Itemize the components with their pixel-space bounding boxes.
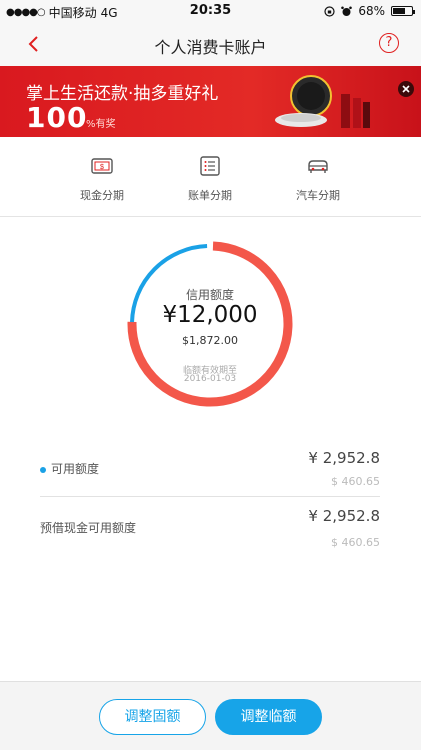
row-divider bbox=[40, 496, 380, 497]
banner-close-icon[interactable] bbox=[398, 81, 414, 97]
adjust-temp-limit-button[interactable]: 调整临额 bbox=[215, 699, 322, 735]
cash-advance-limit-label: 预借现金可用额度 bbox=[40, 521, 137, 535]
svg-text:$: $ bbox=[100, 164, 104, 171]
available-limit-amount: ¥ 2,952.8 bbox=[308, 449, 380, 467]
available-limit-row: 可用额度 ¥ 2,952.8 $ 460.65 bbox=[40, 447, 380, 488]
bill-list-icon bbox=[200, 156, 220, 176]
nav-bar: 个人消费卡账户 ? bbox=[0, 22, 421, 66]
shortcut-cash-installment[interactable]: $ 现金分期 bbox=[52, 155, 152, 203]
battery-icon bbox=[391, 6, 415, 16]
banner-big-number: 100 bbox=[26, 101, 88, 134]
orientation-lock-icon bbox=[324, 5, 335, 17]
shortcut-label: 现金分期 bbox=[80, 189, 124, 202]
cash-advance-limit-row: 预借现金可用额度 ¥ 2,952.8 $ 460.65 bbox=[40, 507, 380, 549]
shortcut-label: 汽车分期 bbox=[296, 189, 340, 202]
cash-advance-limit-usd: $ 460.65 bbox=[331, 536, 380, 549]
credit-limit-usd: $1,872.00 bbox=[182, 334, 238, 347]
available-limit-usd: $ 460.65 bbox=[331, 475, 380, 488]
car-icon bbox=[308, 160, 328, 173]
help-icon[interactable]: ? bbox=[379, 33, 399, 53]
shortcut-bar: $ 现金分期 账单分期 汽车分期 bbox=[0, 137, 421, 217]
promo-illustration bbox=[275, 75, 370, 128]
alarm-icon bbox=[341, 6, 353, 16]
shortcut-car-installment[interactable]: 汽车分期 bbox=[268, 155, 368, 203]
bottom-action-bar: 调整固额 调整临额 bbox=[0, 681, 421, 750]
adjust-fixed-limit-button[interactable]: 调整固额 bbox=[99, 699, 206, 735]
shortcut-label: 账单分期 bbox=[188, 189, 232, 202]
credit-limit-amount: ¥12,000 bbox=[162, 302, 258, 328]
available-limit-label: 可用额度 bbox=[40, 460, 99, 477]
promo-banner[interactable]: 掌上生活还款·抽多重好礼 100 %有奖 bbox=[0, 66, 421, 137]
available-limit-text: 可用额度 bbox=[51, 462, 100, 476]
available-dot-icon bbox=[40, 466, 46, 473]
banner-suffix: %有奖 bbox=[86, 119, 116, 130]
temp-limit-expiry-date: 2016-01-03 bbox=[183, 374, 237, 384]
battery-fill bbox=[393, 8, 406, 14]
credit-limit-label: 信用额度 bbox=[185, 288, 234, 302]
cash-advance-limit-amount: ¥ 2,952.8 bbox=[308, 507, 380, 525]
cash-card-icon: $ bbox=[91, 158, 113, 174]
shortcut-bill-installment[interactable]: 账单分期 bbox=[160, 155, 260, 203]
credit-summary: 信用额度 ¥12,000 $1,872.00 临额有效期至 2016-01-03… bbox=[0, 217, 421, 681]
page-title: 个人消费卡账户 bbox=[154, 38, 267, 57]
credit-ring-text: 信用额度 ¥12,000 $1,872.00 临额有效期至 2016-01-03 bbox=[125, 239, 295, 409]
battery-percent: 68% bbox=[358, 4, 385, 18]
status-right: 68% bbox=[324, 4, 415, 18]
status-bar: ●●●●○ 中国移动 4G 20:35 68% bbox=[0, 0, 421, 22]
